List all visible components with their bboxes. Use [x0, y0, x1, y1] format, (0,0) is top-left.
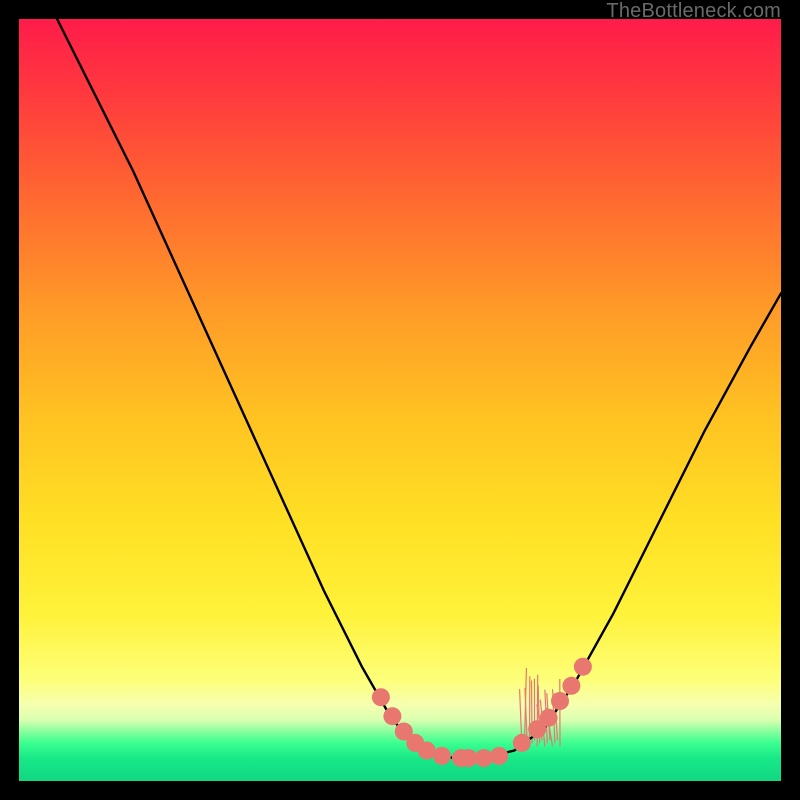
- data-marker: [372, 688, 390, 706]
- data-marker: [490, 747, 508, 765]
- watermark-text: TheBottleneck.com: [606, 0, 781, 23]
- data-marker: [540, 709, 558, 727]
- chart-svg: [19, 19, 781, 781]
- bottleneck-curve: [57, 19, 781, 758]
- data-marker: [383, 707, 401, 725]
- data-marker: [562, 677, 580, 695]
- data-markers: [372, 658, 592, 767]
- chart-frame: TheBottleneck.com: [0, 0, 800, 800]
- data-marker: [574, 658, 592, 676]
- plot-area: [19, 19, 781, 781]
- data-marker: [475, 749, 493, 767]
- data-marker: [513, 734, 531, 752]
- data-marker: [433, 747, 451, 765]
- data-marker: [551, 692, 569, 710]
